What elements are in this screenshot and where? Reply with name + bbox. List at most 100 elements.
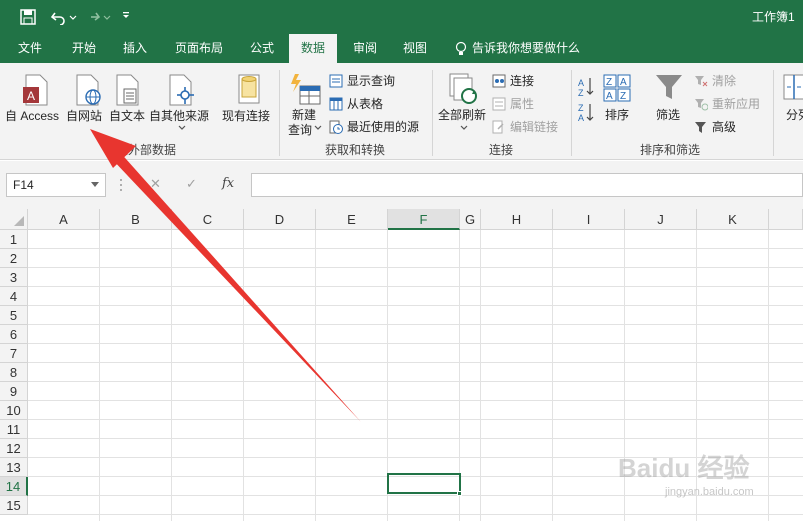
select-all-corner[interactable] — [0, 209, 28, 230]
column-header-c[interactable]: C — [172, 209, 244, 230]
properties-button[interactable]: 属性 — [492, 94, 534, 114]
sort-button[interactable]: 排序 — [605, 106, 629, 123]
undo-icon[interactable] — [50, 9, 78, 25]
refresh-all-button[interactable]: 全部刷新 — [438, 106, 486, 123]
row-gridline — [28, 514, 803, 515]
row-gridline — [28, 343, 803, 344]
tab-page-layout[interactable]: 页面布局 — [168, 34, 230, 63]
text-to-columns-button[interactable]: 分列 — [786, 106, 803, 123]
column-header-k[interactable]: K — [697, 209, 769, 230]
insert-function-button[interactable]: fx — [222, 176, 234, 191]
from-access-button[interactable]: 自 Access — [5, 107, 59, 124]
row-header-15[interactable]: 15 — [0, 496, 28, 515]
column-gridline — [99, 230, 100, 521]
row-gridline — [28, 248, 803, 249]
row-header-9[interactable]: 9 — [0, 382, 28, 401]
tab-file[interactable]: 文件 — [8, 34, 52, 63]
column-header-partial[interactable] — [769, 209, 803, 230]
row-header-1[interactable]: 1 — [0, 230, 28, 249]
tab-review[interactable]: 审阅 — [343, 34, 387, 63]
row-header-4[interactable]: 4 — [0, 287, 28, 306]
access-database-icon: A — [23, 74, 48, 106]
fill-handle[interactable] — [457, 491, 462, 496]
active-cell-f14[interactable] — [387, 473, 461, 494]
from-table-button[interactable]: 从表格 — [329, 94, 383, 114]
drag-handle-icon[interactable] — [119, 178, 123, 192]
formula-input[interactable] — [251, 173, 803, 197]
row-header-3[interactable]: 3 — [0, 268, 28, 287]
text-file-icon — [116, 74, 139, 106]
row-header-12[interactable]: 12 — [0, 439, 28, 458]
tab-data[interactable]: 数据 — [289, 34, 337, 64]
column-header-h[interactable]: H — [481, 209, 553, 230]
filter-button[interactable]: 筛选 — [656, 106, 680, 123]
column-header-a[interactable]: A — [28, 209, 100, 230]
customize-qat-icon[interactable] — [121, 11, 131, 21]
row-header-14[interactable]: 14 — [0, 477, 28, 496]
new-query-icon — [291, 74, 321, 105]
clock-icon — [329, 120, 343, 134]
window-title: 工作簿1 — [752, 10, 795, 24]
row-gridline — [28, 305, 803, 306]
column-header-f[interactable]: F — [388, 209, 460, 230]
column-header-i[interactable]: I — [553, 209, 625, 230]
svg-text:A: A — [606, 91, 613, 102]
clear-filter-button[interactable]: 清除 — [694, 71, 736, 91]
reapply-button[interactable]: 重新应用 — [694, 94, 760, 114]
row-header-10[interactable]: 10 — [0, 401, 28, 420]
row-header-2[interactable]: 2 — [0, 249, 28, 268]
row-header-5[interactable]: 5 — [0, 306, 28, 325]
svg-text:Z: Z — [578, 88, 584, 98]
lightbulb-icon — [455, 41, 467, 55]
column-gridline — [552, 230, 553, 521]
chevron-down-icon — [178, 125, 186, 130]
redo-icon[interactable] — [84, 9, 112, 25]
group-label-get-external-data: 获取外部数据 — [104, 143, 177, 157]
new-query-button[interactable]: 查询 — [288, 121, 312, 138]
column-gridline — [243, 230, 244, 521]
tell-me-search[interactable]: 告诉我你想要做什么 — [472, 34, 592, 63]
advanced-filter-button[interactable]: 高级 — [694, 117, 736, 137]
group-label-connections: 连接 — [489, 143, 514, 157]
tab-home[interactable]: 开始 — [62, 34, 106, 63]
row-gridline — [28, 381, 803, 382]
row-header-13[interactable]: 13 — [0, 458, 28, 477]
group-separator — [432, 70, 433, 156]
column-header-e[interactable]: E — [316, 209, 388, 230]
row-header-6[interactable]: 6 — [0, 325, 28, 344]
cancel-entry-button[interactable]: ✕ — [150, 176, 161, 192]
watermark-url: jingyan.baidu.com — [665, 486, 754, 498]
from-other-sources-button[interactable]: 自其他来源 — [149, 107, 209, 124]
advanced-filter-icon — [695, 122, 706, 133]
tab-view[interactable]: 视图 — [393, 34, 437, 63]
confirm-entry-button[interactable]: ✓ — [186, 176, 197, 192]
column-header-d[interactable]: D — [244, 209, 316, 230]
from-table-label: 从表格 — [347, 97, 384, 111]
from-web-button[interactable]: 自网站 — [66, 107, 102, 124]
row-header-8[interactable]: 8 — [0, 363, 28, 382]
existing-connections-button[interactable]: 现有连接 — [222, 107, 270, 124]
group-label-sort-filter: 排序和筛选 — [640, 143, 701, 157]
connections-button[interactable]: 连接 — [492, 71, 534, 91]
column-header-j[interactable]: J — [625, 209, 697, 230]
tab-insert[interactable]: 插入 — [113, 34, 157, 63]
web-globe-icon — [76, 74, 101, 106]
row-header-11[interactable]: 11 — [0, 420, 28, 439]
connections-icon — [492, 74, 506, 88]
column-gridline — [480, 230, 481, 521]
recent-sources-button[interactable]: 最近使用的源 — [329, 117, 419, 137]
save-icon[interactable] — [20, 9, 36, 25]
row-gridline — [28, 438, 803, 439]
edit-links-icon — [492, 120, 504, 134]
from-text-button[interactable]: 自文本 — [109, 107, 145, 124]
clear-filter-label: 清除 — [712, 74, 737, 88]
chevron-down-icon[interactable] — [91, 182, 99, 188]
group-separator — [571, 70, 572, 156]
ribbon-tab-bar: 文件 开始 插入 页面布局 公式 数据 审阅 视图 告诉我你想要做什么 — [0, 34, 803, 64]
row-header-7[interactable]: 7 — [0, 344, 28, 363]
column-header-b[interactable]: B — [100, 209, 172, 230]
tab-formulas[interactable]: 公式 — [240, 34, 284, 63]
show-queries-button[interactable]: 显示查询 — [329, 71, 395, 91]
column-header-g[interactable]: G — [460, 209, 481, 230]
edit-links-button[interactable]: 编辑链接 — [492, 117, 558, 137]
